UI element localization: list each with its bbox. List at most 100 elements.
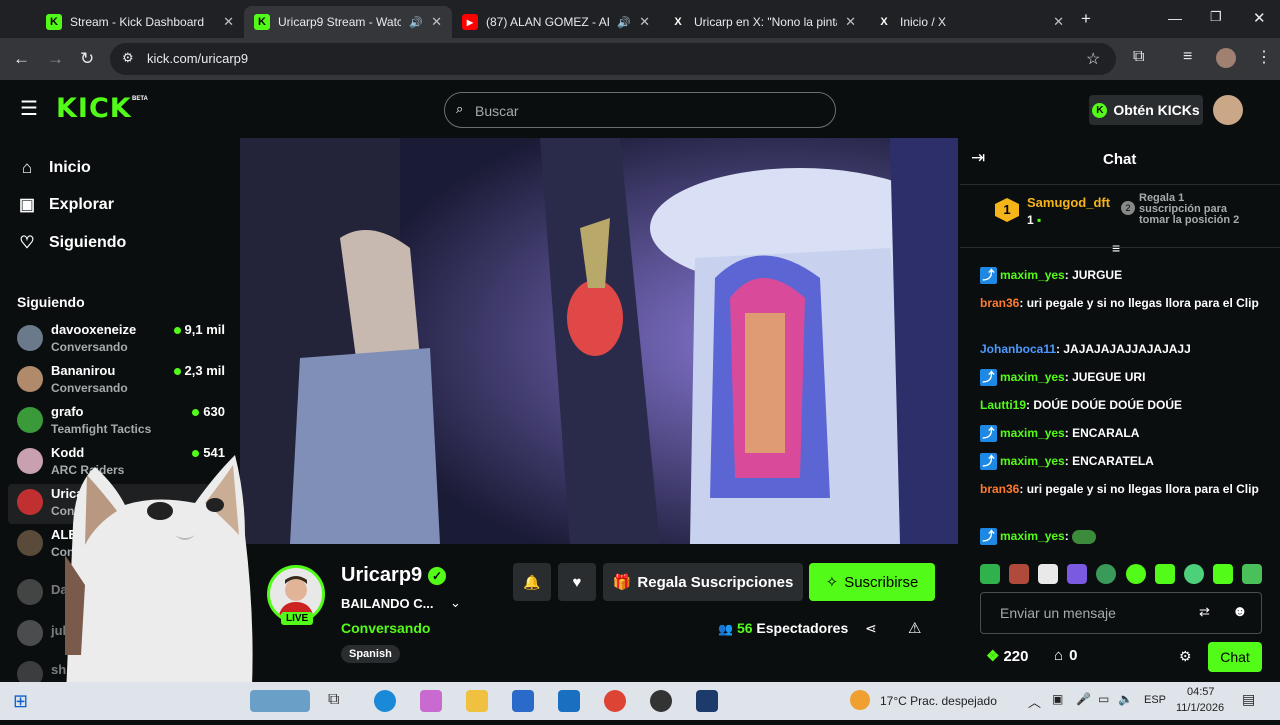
- audio-icon[interactable]: 🔊: [617, 16, 631, 29]
- points-icon: ❖: [986, 648, 1000, 665]
- follow-heart-button[interactable]: ♥: [558, 563, 596, 601]
- app-icon[interactable]: [696, 690, 718, 712]
- tab-uricarp-stream[interactable]: K Uricarp9 Stream - Watch 🔊 ✕: [244, 6, 452, 38]
- tab-kick-dashboard[interactable]: K Stream - Kick Dashboard ✕: [36, 6, 244, 38]
- channel-category: Conversando: [51, 340, 128, 354]
- emote-icon[interactable]: [1154, 564, 1175, 584]
- channel-points[interactable]: ❖ 220: [986, 647, 1028, 665]
- media-control-icon[interactable]: ≡: [1183, 48, 1192, 66]
- channel-avatar: [17, 579, 43, 605]
- back-icon[interactable]: ←: [13, 49, 30, 69]
- send-chat-button[interactable]: Chat: [1208, 642, 1262, 672]
- clock-time[interactable]: 04:57: [1187, 686, 1215, 698]
- get-kicks-button[interactable]: K Obtén KICKs: [1089, 95, 1203, 125]
- forward-icon[interactable]: →: [47, 49, 64, 69]
- audio-icon[interactable]: 🔊: [409, 16, 423, 29]
- chrome-icon[interactable]: [604, 690, 626, 712]
- emote-icon[interactable]: [1096, 564, 1117, 584]
- close-tab-icon[interactable]: ✕: [639, 14, 650, 30]
- user-avatar[interactable]: [1213, 95, 1243, 125]
- language-tag[interactable]: Spanish: [341, 645, 400, 663]
- emote-icon[interactable]: [1125, 564, 1146, 584]
- windows-start-icon[interactable]: ⊞: [13, 691, 28, 712]
- sidebar-item-inicio[interactable]: ⌂ Inicio: [17, 158, 91, 178]
- site-info-icon[interactable]: ⚙: [122, 50, 134, 66]
- weather-text[interactable]: 17°C Prac. despejado: [880, 694, 997, 708]
- network-icon[interactable]: ▭: [1098, 692, 1109, 706]
- close-tab-icon[interactable]: ✕: [431, 14, 442, 30]
- chat-message-input[interactable]: Enviar un mensaje ⇄ ☻: [980, 592, 1262, 634]
- tab-x-uricarp[interactable]: X Uricarp en X: "Nono la pinta ✕: [660, 6, 866, 38]
- tray-chevron-icon[interactable]: ︿: [1028, 692, 1041, 711]
- hamburger-menu-icon[interactable]: ☰: [20, 96, 38, 121]
- followed-channel-item[interactable]: davooxeneize Conversando 9,1 mil: [17, 322, 225, 360]
- channel-avatar: [17, 530, 43, 556]
- input-language[interactable]: ESP: [1144, 694, 1166, 706]
- tab-youtube[interactable]: ▶ (87) ALAN GOMEZ - ARI 🔊 ✕: [452, 6, 660, 38]
- sidebar-item-explorar[interactable]: ▣ Explorar: [17, 195, 114, 215]
- translate-icon[interactable]: ⇄: [1199, 604, 1210, 620]
- edge-icon[interactable]: [374, 690, 396, 712]
- profile-avatar[interactable]: [1216, 48, 1236, 68]
- channel-name[interactable]: Uricarp9: [341, 564, 422, 587]
- gift-subs-button[interactable]: 🎁 Regala Suscripciones: [603, 563, 803, 601]
- new-tab-icon[interactable]: +: [1081, 9, 1091, 29]
- kick-logo[interactable]: KICK: [56, 93, 132, 124]
- emote-bar: [980, 562, 1262, 586]
- expand-leaderboard-icon[interactable]: ≡: [1112, 240, 1120, 256]
- chat-settings-gear-icon[interactable]: ⚙: [1179, 648, 1192, 665]
- volume-icon[interactable]: 🔈: [1118, 692, 1133, 706]
- task-view-icon[interactable]: ⧉: [328, 691, 339, 709]
- emote-icon[interactable]: [1067, 564, 1088, 584]
- video-player[interactable]: [240, 138, 958, 544]
- search-input[interactable]: ⌕ Buscar: [444, 92, 836, 128]
- notification-bell-button[interactable]: 🔔: [513, 563, 551, 601]
- close-tab-icon[interactable]: ✕: [845, 14, 856, 30]
- minimize-icon[interactable]: —: [1168, 10, 1182, 26]
- taskbar-app-thumbnail[interactable]: [250, 690, 310, 712]
- emoji-icon[interactable]: ☻: [1232, 603, 1248, 620]
- clock-date[interactable]: 11/1/2026: [1176, 702, 1224, 714]
- tray-app-icon[interactable]: ▣: [1052, 692, 1063, 706]
- chevron-down-icon[interactable]: ⌄: [450, 595, 461, 611]
- obs-icon[interactable]: [650, 690, 672, 712]
- copilot-icon[interactable]: [420, 690, 442, 712]
- tab-x-inicio[interactable]: X Inicio / X ✕: [866, 6, 1074, 38]
- emote-icon[interactable]: [1241, 564, 1262, 584]
- pepe-emote-icon: [1072, 529, 1097, 544]
- gift-leaderboard: 1 Samugod_dft 1 ▪ 2 Regala 1 suscripción…: [960, 184, 1280, 248]
- restore-icon[interactable]: ❐: [1210, 9, 1222, 25]
- emote-icon[interactable]: [1038, 564, 1059, 584]
- collapse-chat-icon[interactable]: ⇥: [971, 148, 985, 168]
- report-warning-icon[interactable]: ⚠: [908, 619, 921, 637]
- emote-icon[interactable]: [980, 564, 1000, 584]
- file-explorer-icon[interactable]: [466, 690, 488, 712]
- close-window-icon[interactable]: ✕: [1253, 9, 1266, 27]
- subscriber-badge-icon: ⤴: [980, 267, 997, 285]
- outlook-icon[interactable]: [558, 690, 580, 712]
- top-gifter-name[interactable]: Samugod_dft: [1027, 195, 1110, 210]
- emote-icon[interactable]: [1009, 564, 1030, 584]
- followed-channel-item[interactable]: Bananirou Conversando 2,3 mil: [17, 363, 225, 401]
- extensions-icon[interactable]: ⧉: [1133, 48, 1144, 66]
- gifted-count[interactable]: ⌂ 0: [1054, 647, 1077, 664]
- mic-icon[interactable]: 🎤: [1076, 692, 1091, 706]
- browser-menu-icon[interactable]: ⋮: [1256, 47, 1272, 67]
- subscribe-button[interactable]: ✧ Suscribirse: [809, 563, 935, 601]
- store-icon[interactable]: [512, 690, 534, 712]
- close-tab-icon[interactable]: ✕: [223, 14, 234, 30]
- bookmark-star-icon[interactable]: ☆: [1086, 49, 1100, 69]
- gift-subs-label: Regala Suscripciones: [637, 573, 794, 591]
- emote-icon[interactable]: [1183, 564, 1204, 584]
- video-frame: [240, 138, 958, 544]
- url-field[interactable]: ⚙ kick.com/uricarp9 ☆: [110, 43, 1116, 75]
- chat-panel: ⇥ Chat 1 Samugod_dft 1 ▪ 2 Regala 1 susc…: [960, 138, 1280, 682]
- sidebar-item-siguiendo[interactable]: ♡ Siguiendo: [17, 233, 126, 253]
- close-tab-icon[interactable]: ✕: [1053, 14, 1064, 30]
- notifications-icon[interactable]: ▤: [1242, 691, 1255, 708]
- share-icon[interactable]: ⋖: [865, 620, 877, 637]
- reload-icon[interactable]: ↻: [80, 49, 94, 69]
- followed-channel-item[interactable]: grafo Teamfight Tactics 630: [17, 404, 225, 442]
- stream-category[interactable]: Conversando: [341, 620, 430, 636]
- emote-icon[interactable]: [1212, 564, 1233, 584]
